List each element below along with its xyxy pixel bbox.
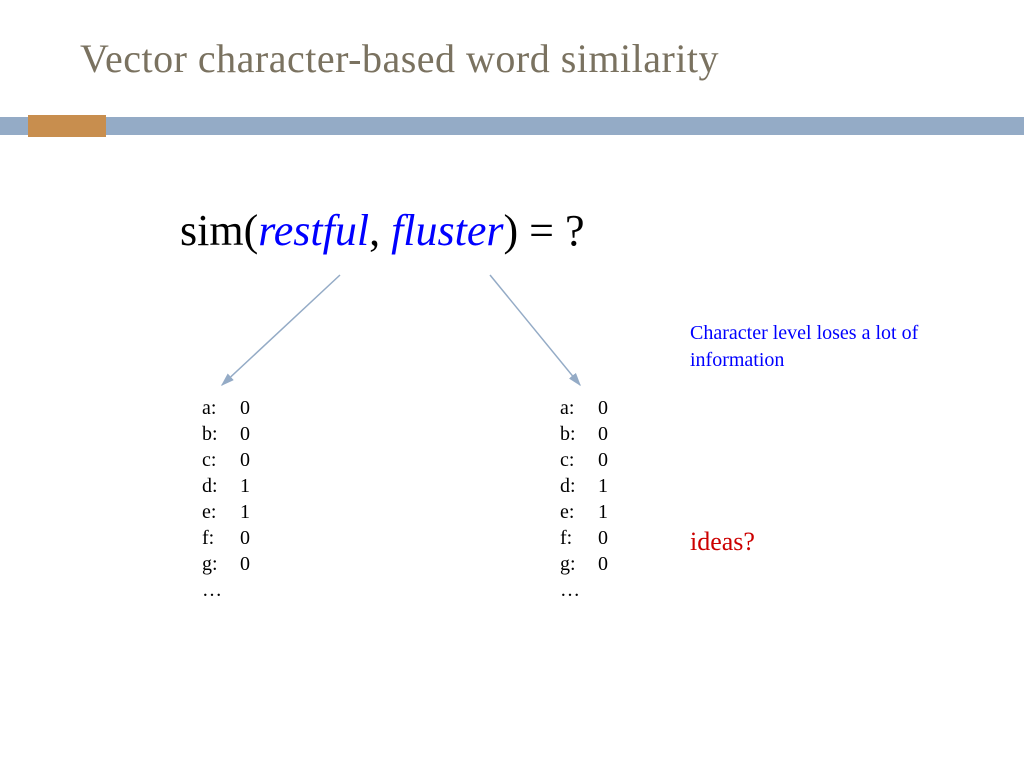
vector-label: f: (560, 525, 598, 551)
vector-row: … (202, 577, 250, 603)
vector-label: e: (560, 499, 598, 525)
formula-prefix: sim( (180, 206, 258, 255)
ideas-prompt: ideas? (690, 527, 755, 557)
vector-row: e:1 (202, 499, 250, 525)
vector-value: 0 (598, 551, 608, 577)
vector-row: f:0 (202, 525, 250, 551)
vector-value: 0 (240, 525, 250, 551)
vector-value: 0 (598, 525, 608, 551)
vector-label: … (202, 577, 240, 603)
side-note: Character level loses a lot of informati… (690, 320, 970, 374)
formula-suffix: ) = ? (504, 206, 585, 255)
vector-row: b:0 (202, 421, 250, 447)
vector-value: 0 (240, 551, 250, 577)
vector-label: c: (202, 447, 240, 473)
vector-label: … (560, 577, 598, 603)
vector-row: b:0 (560, 421, 608, 447)
vector-label: c: (560, 447, 598, 473)
vector-label: a: (560, 395, 598, 421)
formula-sep: , (369, 206, 391, 255)
vector-label: e: (202, 499, 240, 525)
vector-row: … (560, 577, 608, 603)
similarity-formula: sim(restful, fluster) = ? (180, 205, 585, 256)
vector-value: 0 (598, 395, 608, 421)
vector-label: a: (202, 395, 240, 421)
vector-row: a:0 (202, 395, 250, 421)
vector-value: 0 (240, 421, 250, 447)
vector-label: f: (202, 525, 240, 551)
vector-row: f:0 (560, 525, 608, 551)
accent-bar (0, 117, 1024, 135)
vector-value: 1 (240, 473, 250, 499)
vector-label: g: (560, 551, 598, 577)
arrow-right (490, 275, 580, 385)
vector-label: b: (202, 421, 240, 447)
vector-value: 1 (240, 499, 250, 525)
vector-row: a:0 (560, 395, 608, 421)
vector-row: d:1 (202, 473, 250, 499)
vector-value: 0 (240, 447, 250, 473)
vector-row: d:1 (560, 473, 608, 499)
vector-value: 1 (598, 499, 608, 525)
vector-row: c:0 (560, 447, 608, 473)
formula-word-1: restful (258, 206, 369, 255)
vector-value: 0 (598, 447, 608, 473)
vector-value: 1 (598, 473, 608, 499)
formula-word-2: fluster (391, 206, 503, 255)
vector-label: d: (560, 473, 598, 499)
arrow-left (222, 275, 340, 385)
vector-value: 0 (598, 421, 608, 447)
vector-row: g:0 (560, 551, 608, 577)
vector-label: g: (202, 551, 240, 577)
slide-title: Vector character-based word similarity (0, 0, 1024, 82)
vector-value: 0 (240, 395, 250, 421)
vector-row: g:0 (202, 551, 250, 577)
vector-label: d: (202, 473, 240, 499)
vector-row: c:0 (202, 447, 250, 473)
vector-label: b: (560, 421, 598, 447)
vector-row: e:1 (560, 499, 608, 525)
vector-left: a:0b:0c:0d:1e:1f:0g:0… (202, 395, 250, 603)
vector-right: a:0b:0c:0d:1e:1f:0g:0… (560, 395, 608, 603)
accent-block (28, 115, 106, 137)
